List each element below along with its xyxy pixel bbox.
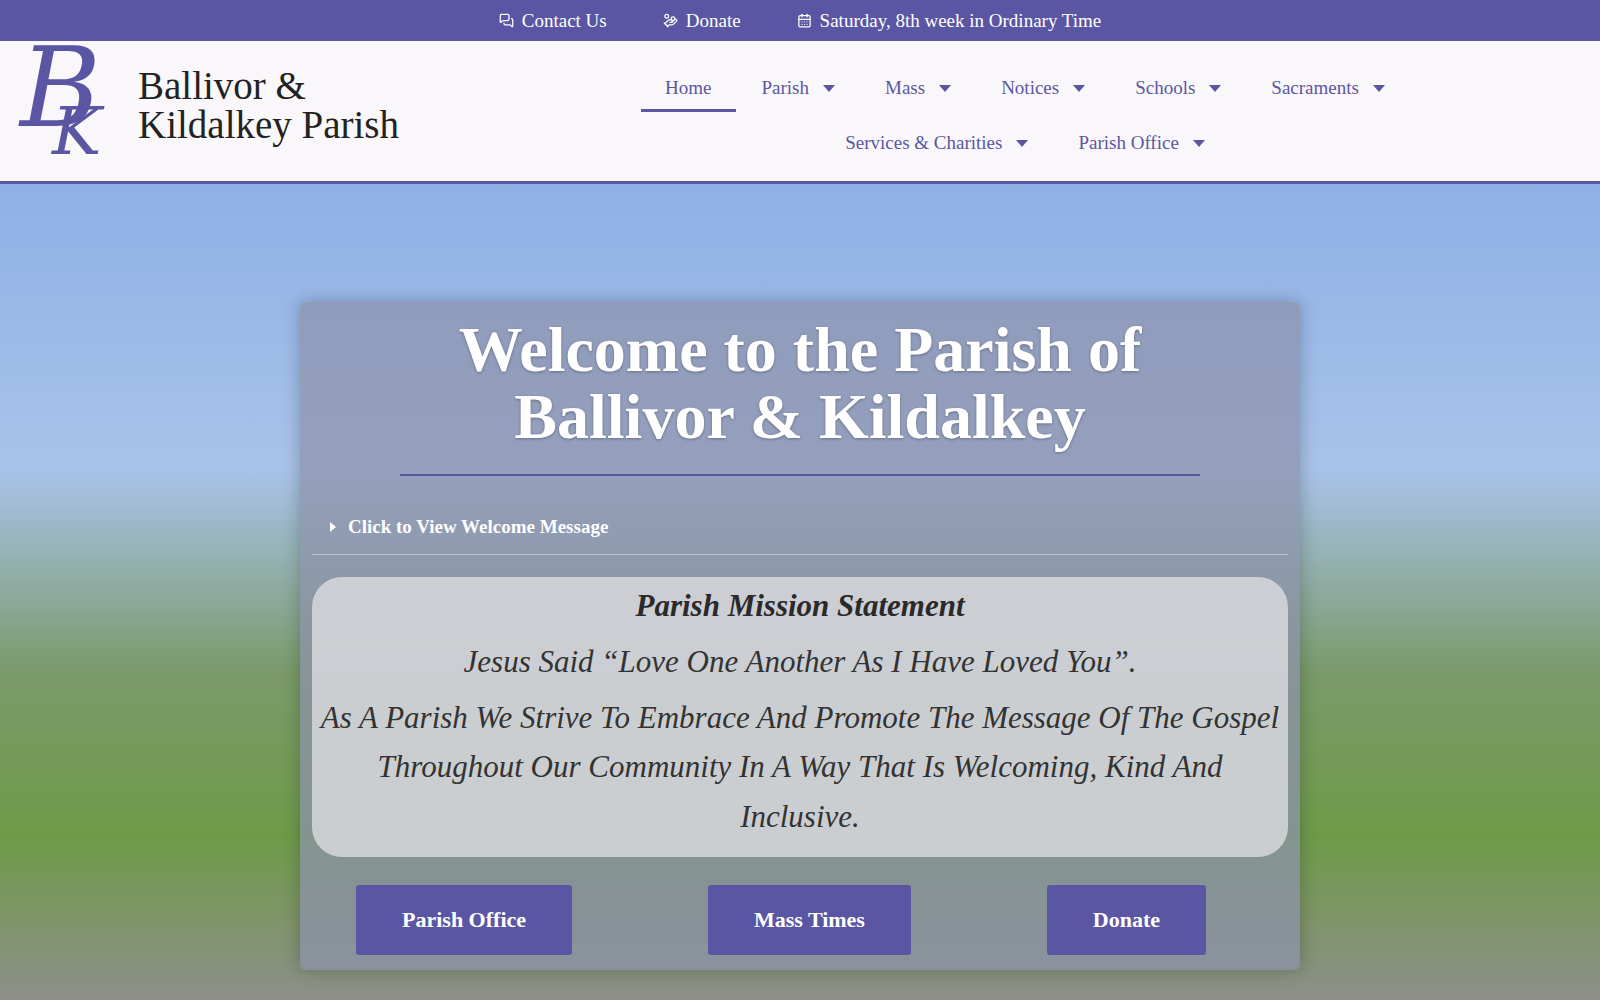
page: Contact Us Donate Saturday, 8th week in Or… (0, 0, 1600, 1000)
mission-box: Parish Mission Statement Jesus Said “Love… (312, 577, 1288, 857)
mission-quote: Jesus Said “Love One Another As I Have L… (464, 637, 1137, 687)
top-bar: Contact Us Donate Saturday, 8th week in Or… (0, 0, 1600, 41)
mission-statement: As A Parish We Strive To Embrace And Pro… (320, 693, 1280, 842)
welcome-card: Welcome to the Parish ofBallivor & Kilda… (300, 302, 1300, 970)
nav-item[interactable]: Schools (1111, 69, 1245, 112)
caret-icon (1073, 85, 1085, 92)
header: BK Ballivor &Kildalkey Parish HomeParishMa… (0, 41, 1600, 184)
hero: Welcome to the Parish ofBallivor & Kilda… (0, 184, 1600, 1000)
nav-item[interactable]: Parish Office (1054, 124, 1228, 167)
caret-icon (1016, 140, 1028, 147)
nav-item[interactable]: Notices (977, 69, 1109, 112)
caret-icon (1193, 140, 1205, 147)
brand[interactable]: BK Ballivor &Kildalkey Parish (18, 47, 508, 173)
mission-title: Parish Mission Statement (635, 581, 964, 631)
nav-item[interactable]: Sacraments (1247, 69, 1409, 112)
hero-button[interactable]: Donate (1047, 885, 1206, 955)
chat-icon (499, 13, 514, 28)
main-nav: HomeParishMassNoticesSchoolsSacraments Se… (508, 47, 1582, 167)
hero-title: Welcome to the Parish ofBallivor & Kilda… (459, 316, 1142, 450)
top-bar-item[interactable]: Saturday, 8th week in Ordinary Time (797, 10, 1102, 32)
welcome-toggle[interactable]: Click to View Welcome Message (312, 510, 1288, 555)
logo-icon: BK (18, 47, 114, 173)
top-bar-item[interactable]: Contact Us (499, 10, 607, 32)
caret-icon (1373, 85, 1385, 92)
calendar-icon (797, 13, 812, 28)
nav-item[interactable]: Services & Charities (821, 124, 1052, 167)
hero-button[interactable]: Parish Office (356, 885, 572, 955)
button-row: Parish Office Mass Times Donate (312, 857, 1288, 955)
site-title: Ballivor &Kildalkey Parish (138, 66, 399, 154)
divider (400, 474, 1200, 476)
caret-icon (823, 85, 835, 92)
top-bar-item[interactable]: Donate (663, 10, 741, 32)
donate-icon (663, 13, 678, 28)
nav-item[interactable]: Home (641, 69, 735, 112)
caret-icon (1209, 85, 1221, 92)
nav-item[interactable]: Mass (861, 69, 975, 112)
caret-icon (939, 85, 951, 92)
hero-button[interactable]: Mass Times (708, 885, 911, 955)
nav-item[interactable]: Parish (738, 69, 860, 112)
